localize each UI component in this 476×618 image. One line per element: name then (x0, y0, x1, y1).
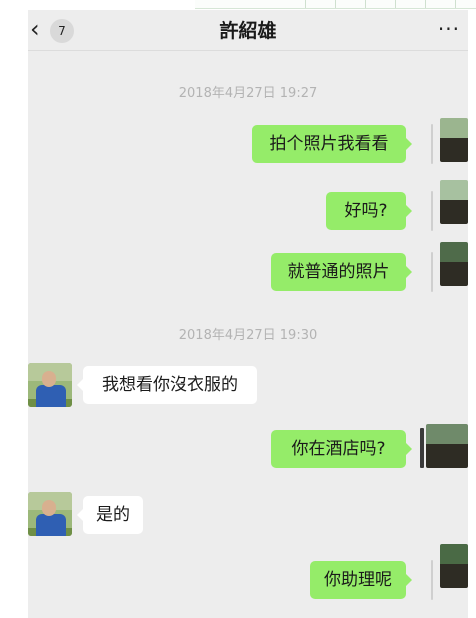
message-bubble-outgoing[interactable]: 拍个照片我看看 (252, 125, 412, 163)
sender-avatar[interactable] (426, 424, 468, 468)
contact-avatar[interactable] (28, 363, 72, 407)
chat-header: ‹ 7 許紹雄 ··· (28, 10, 468, 50)
sender-avatar[interactable] (440, 242, 468, 286)
sender-avatar[interactable] (440, 544, 468, 588)
contact-avatar[interactable] (28, 492, 72, 536)
avatar-edge (431, 252, 433, 292)
message-text: 是的 (96, 505, 130, 525)
message-bubble-outgoing[interactable]: 你助理呢 (310, 561, 412, 599)
chat-title: 許紹雄 (219, 20, 277, 42)
message-text: 你助理呢 (324, 570, 392, 590)
screenshot-frame: ‹ 7 許紹雄 ··· 2018年4月27日 19:27 拍个照片我看看 好吗?… (0, 0, 476, 618)
more-options-button[interactable]: ··· (438, 16, 460, 42)
chat-window: ‹ 7 許紹雄 ··· 2018年4月27日 19:27 拍个照片我看看 好吗?… (28, 10, 468, 618)
toolbar-remnant (195, 0, 476, 9)
avatar-edge (431, 560, 433, 600)
sender-avatar[interactable] (440, 118, 468, 162)
message-text: 你在酒店吗? (291, 439, 386, 459)
message-bubble-incoming[interactable]: 我想看你沒衣服的 (77, 366, 257, 404)
sender-avatar[interactable] (440, 180, 468, 224)
message-timestamp: 2018年4月27日 19:30 (178, 328, 318, 343)
message-bubble-incoming[interactable]: 是的 (77, 496, 143, 534)
avatar-edge (431, 191, 433, 231)
message-text: 我想看你沒衣服的 (102, 375, 238, 395)
avatar-edge (431, 124, 433, 164)
message-bubble-outgoing[interactable]: 就普通的照片 (271, 253, 412, 291)
message-text: 就普通的照片 (287, 262, 390, 282)
message-text: 好吗? (344, 201, 388, 221)
message-bubble-outgoing[interactable]: 好吗? (326, 192, 412, 230)
message-timestamp: 2018年4月27日 19:27 (178, 86, 318, 101)
message-text: 拍个照片我看看 (269, 134, 389, 154)
avatar-edge (420, 428, 424, 468)
header-divider (28, 50, 468, 51)
message-bubble-outgoing[interactable]: 你在酒店吗? (271, 430, 412, 468)
